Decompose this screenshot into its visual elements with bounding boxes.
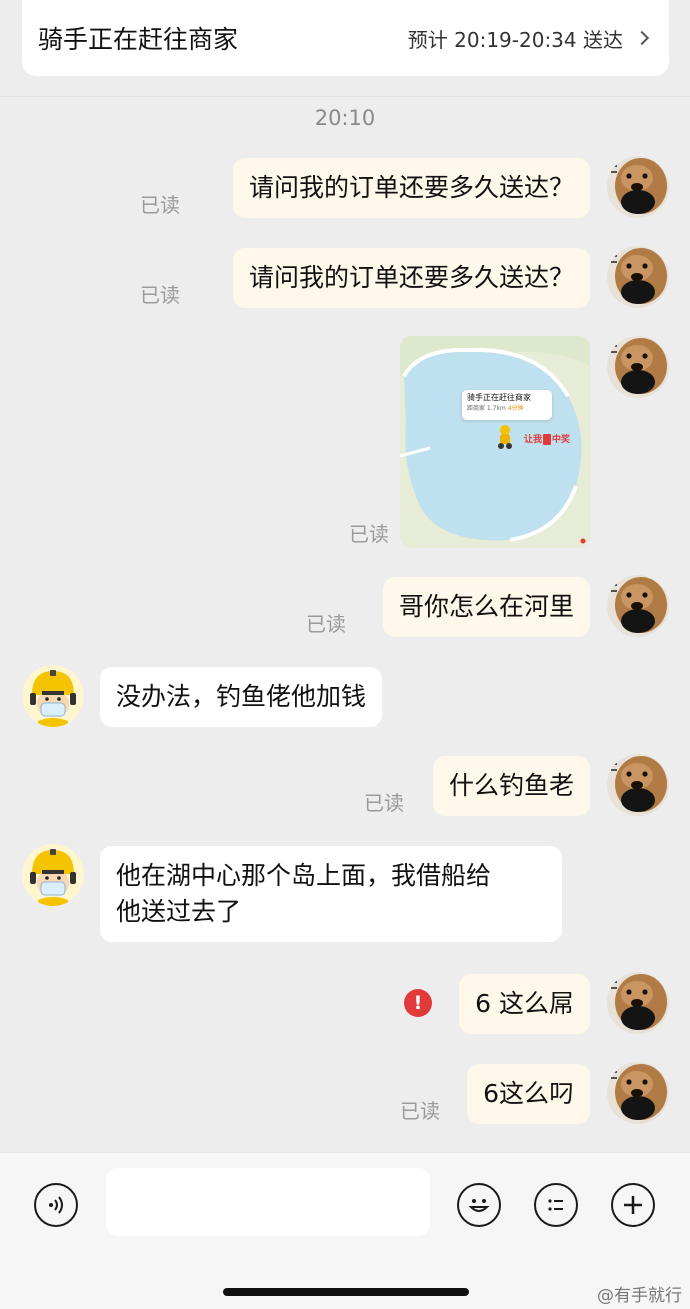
plus-icon <box>624 1196 642 1214</box>
emoji-icon <box>468 1199 490 1212</box>
watermark-text: @有手就行 <box>597 1286 682 1306</box>
user-avatar[interactable] <box>607 1062 669 1124</box>
header-divider <box>0 96 690 97</box>
read-receipt: 已读 <box>306 612 346 636</box>
outgoing-message-bubble[interactable]: 什么钓鱼老 <box>432 756 590 816</box>
incoming-message-bubble[interactable]: 他在湖中心那个岛上面，我借船给 他送过去了 <box>100 846 562 942</box>
chat-input-bar: @有手就行 <box>0 1152 690 1309</box>
eta-link[interactable]: 预计 20:19-20:34 送达 <box>407 24 650 53</box>
emoji-button[interactable] <box>457 1183 501 1227</box>
read-receipt: 已读 <box>364 791 404 815</box>
voice-icon[interactable] <box>34 1183 78 1227</box>
user-avatar[interactable] <box>607 336 669 398</box>
outgoing-message-bubble[interactable]: 6 这么屌 <box>459 974 590 1034</box>
message-line: 他在湖中心那个岛上面，我借船给 <box>116 861 492 890</box>
rider-marker-icon <box>498 425 512 449</box>
read-receipt: 已读 <box>400 1099 440 1123</box>
send-failed-icon[interactable]: ! <box>404 989 432 1017</box>
incoming-message-bubble[interactable]: 没办法，钓鱼佬他加钱 <box>100 667 383 727</box>
read-receipt: 已读 <box>140 283 180 307</box>
outgoing-message-bubble[interactable]: 哥你怎么在河里 <box>382 577 590 637</box>
plus-button[interactable] <box>611 1183 655 1227</box>
read-receipt: 已读 <box>349 522 389 546</box>
user-avatar[interactable] <box>607 754 669 816</box>
outgoing-message-bubble[interactable]: 请问我的订单还要多久送达？ <box>232 248 590 308</box>
red-envelope-icon <box>543 434 552 445</box>
user-avatar[interactable] <box>607 246 669 308</box>
chat-timestamp: 20:10 <box>314 106 376 130</box>
voice-icon <box>49 1196 63 1214</box>
read-receipt: 已读 <box>140 193 180 217</box>
user-avatar[interactable] <box>607 156 669 218</box>
menu-button[interactable] <box>534 1183 578 1227</box>
map-rider-tooltip: 骑手正在赶往商家 距商家 1.7km 4分钟 <box>462 390 552 420</box>
list-menu-icon <box>548 1199 563 1211</box>
outgoing-message-bubble[interactable]: 请问我的订单还要多久送达？ <box>232 158 590 218</box>
map-screenshot-card[interactable]: 骑手正在赶往商家 距商家 1.7km 4分钟 让我 中奖 <box>400 336 590 548</box>
eta-text: 预计 20:19-20:34 送达 <box>407 27 623 52</box>
message-line: 他送过去了 <box>116 897 242 926</box>
user-avatar[interactable] <box>607 972 669 1034</box>
user-avatar[interactable] <box>607 575 669 637</box>
message-input[interactable] <box>106 1168 430 1236</box>
rider-avatar[interactable] <box>22 844 84 906</box>
map-tooltip-title: 骑手正在赶往商家 <box>467 393 531 402</box>
outgoing-message-bubble[interactable]: 6这么叼 <box>467 1064 590 1124</box>
map-tooltip-detail: 距商家 1.7km 4分钟 <box>467 405 524 412</box>
order-status-card[interactable]: 骑手正在赶往商家 预计 20:19-20:34 送达 <box>22 0 669 76</box>
chevron-right-icon <box>634 30 650 46</box>
map-promo-label: 让我 中奖 <box>524 434 571 445</box>
order-status-title: 骑手正在赶往商家 <box>38 25 239 54</box>
rider-avatar[interactable] <box>22 665 84 727</box>
home-indicator <box>223 1288 469 1296</box>
